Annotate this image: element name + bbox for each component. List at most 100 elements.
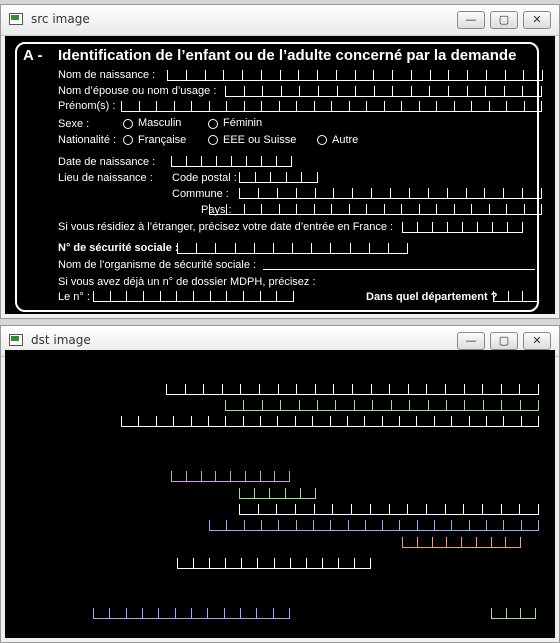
box-divider xyxy=(221,384,223,395)
box-divider xyxy=(538,520,539,531)
form-heading: Identification de l’enfant ou de l’adult… xyxy=(58,47,517,64)
box-divider xyxy=(505,537,507,548)
minimize-button[interactable]: — xyxy=(457,11,485,29)
box-divider xyxy=(223,608,225,619)
box-divider xyxy=(500,384,502,395)
box-divider xyxy=(504,70,506,81)
box-divider xyxy=(541,188,542,199)
box-divider xyxy=(239,172,240,183)
box-divider xyxy=(347,520,349,531)
box-divider xyxy=(277,416,279,427)
box-divider xyxy=(257,504,259,515)
box-divider xyxy=(225,416,227,427)
box-divider xyxy=(184,384,186,395)
box-divider xyxy=(477,222,478,233)
box-divider xyxy=(167,70,168,81)
box-divider xyxy=(158,608,160,619)
label-nom-epouse: Nom d’épouse ou nom d’usage : xyxy=(58,85,217,97)
radio-francaise[interactable] xyxy=(123,135,133,145)
box-divider xyxy=(244,471,246,482)
box-divider xyxy=(293,291,294,302)
box-divider xyxy=(446,188,448,199)
box-divider xyxy=(366,204,368,215)
label-prenoms: Prénom(s) : xyxy=(58,100,116,112)
box-divider xyxy=(296,101,297,112)
box-divider xyxy=(243,291,244,302)
boxes-commune xyxy=(239,504,539,515)
box-divider xyxy=(190,416,192,427)
close-button[interactable]: ✕ xyxy=(523,11,551,29)
box-divider xyxy=(464,400,466,411)
box-divider xyxy=(537,291,538,302)
label-le-no: Le n° : xyxy=(58,291,90,303)
box-divider xyxy=(390,400,392,411)
box-divider xyxy=(485,416,487,427)
src-image-window: src image — ▢ ✕ A - Identification de l’… xyxy=(0,4,560,319)
box-divider xyxy=(465,188,467,199)
box-divider xyxy=(272,608,274,619)
box-divider xyxy=(171,471,172,482)
box-divider xyxy=(121,416,122,427)
maximize-button[interactable]: ▢ xyxy=(490,11,518,29)
box-divider xyxy=(507,222,508,233)
close-button[interactable]: ✕ xyxy=(523,332,551,350)
box-divider xyxy=(368,243,370,254)
box-divider xyxy=(418,204,420,215)
box-divider xyxy=(274,471,276,482)
box-divider xyxy=(242,416,244,427)
box-divider xyxy=(208,101,210,112)
box-divider xyxy=(317,172,318,183)
boxes-code-postal xyxy=(239,172,318,183)
maximize-button[interactable]: ▢ xyxy=(490,332,518,350)
boxes-prenoms xyxy=(121,416,539,427)
box-divider xyxy=(166,384,167,395)
box-divider xyxy=(500,504,502,515)
boxes-date-naissance xyxy=(171,471,290,482)
box-divider xyxy=(223,70,225,81)
dst-image-window: dst image — ▢ ✕ xyxy=(0,325,560,643)
minimize-button[interactable]: — xyxy=(457,332,485,350)
box-divider xyxy=(520,608,522,619)
radio-masculin[interactable] xyxy=(123,119,133,129)
box-divider xyxy=(390,188,391,199)
box-divider xyxy=(313,504,315,515)
box-divider xyxy=(261,204,263,215)
box-divider xyxy=(501,400,503,411)
box-divider xyxy=(200,471,202,482)
src-titlebar[interactable]: src image — ▢ ✕ xyxy=(1,5,559,36)
box-divider xyxy=(519,384,521,395)
box-divider xyxy=(522,188,524,199)
box-divider xyxy=(269,488,271,499)
box-divider xyxy=(451,520,453,531)
box-divider xyxy=(289,471,290,482)
box-divider xyxy=(234,243,236,254)
radio-autre[interactable] xyxy=(317,135,327,145)
box-divider xyxy=(259,291,261,302)
box-divider xyxy=(335,70,337,81)
box-divider xyxy=(298,70,300,81)
box-divider xyxy=(453,101,455,112)
box-divider xyxy=(538,504,539,515)
box-divider xyxy=(471,101,472,112)
box-divider xyxy=(174,608,176,619)
radio-eee-suisse[interactable] xyxy=(208,135,218,145)
box-divider xyxy=(191,101,192,112)
box-divider xyxy=(254,488,256,499)
box-divider xyxy=(538,384,539,395)
box-divider xyxy=(243,520,245,531)
box-divider xyxy=(196,243,198,254)
box-divider xyxy=(481,504,483,515)
window-app-icon xyxy=(9,334,23,346)
box-divider xyxy=(485,70,487,81)
box-divider xyxy=(436,204,438,215)
box-divider xyxy=(279,70,281,81)
label-autre: Autre xyxy=(332,134,359,146)
box-divider xyxy=(276,291,278,302)
box-divider xyxy=(201,156,202,167)
label-etranger: Si vous résidiez à l’étranger, précisez … xyxy=(58,221,394,233)
box-divider xyxy=(522,222,523,233)
box-divider xyxy=(399,416,400,427)
box-divider xyxy=(407,243,408,254)
box-divider xyxy=(373,86,375,97)
radio-feminin[interactable] xyxy=(208,119,218,129)
